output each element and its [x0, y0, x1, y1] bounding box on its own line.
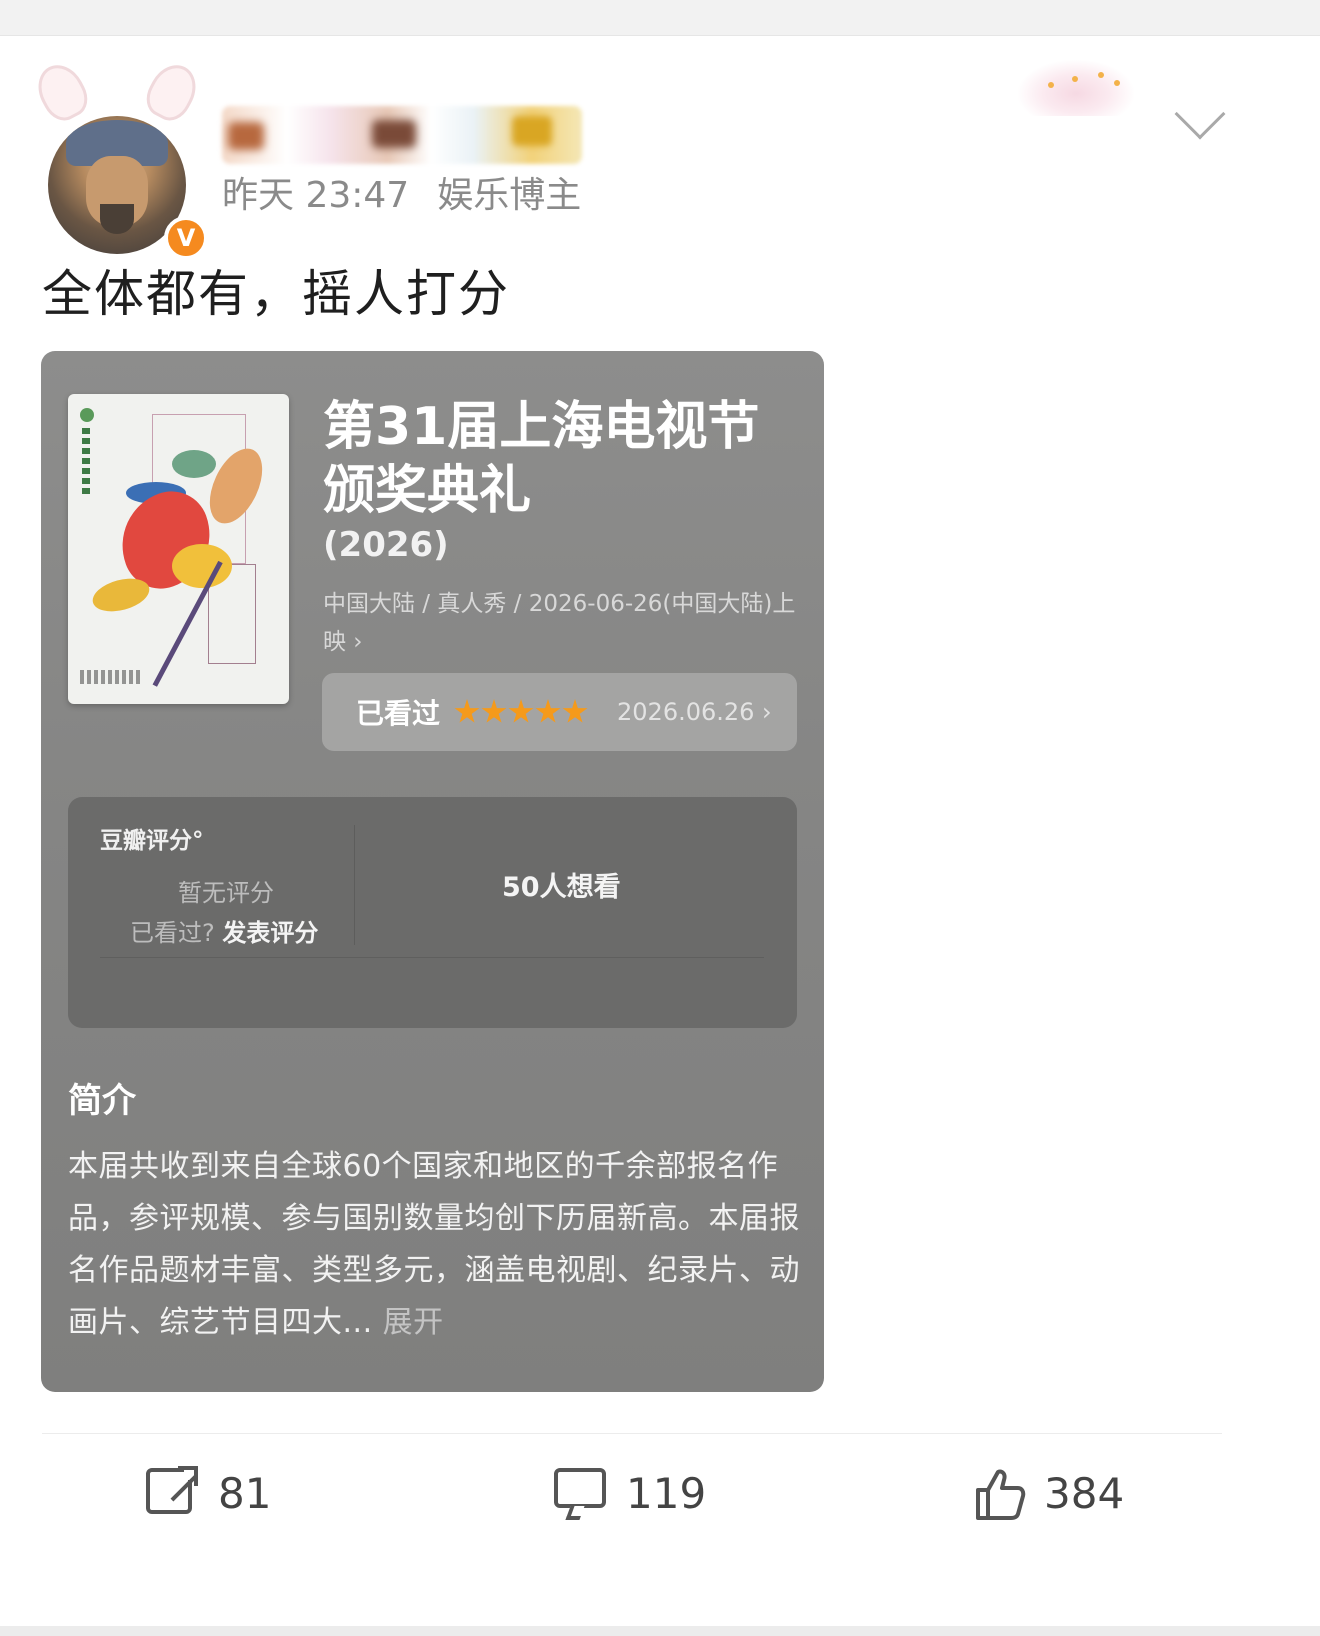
post-text: 全体都有，摇人打分	[42, 265, 510, 323]
star-icon	[454, 699, 480, 723]
star-icon	[535, 699, 561, 723]
rating-none: 暂无评分	[178, 879, 274, 907]
poster-image[interactable]	[68, 394, 289, 704]
watched-stars	[454, 699, 589, 725]
rating-divider	[354, 825, 355, 945]
rating-header: 豆瓣评分°	[100, 828, 204, 854]
rate-prompt-prefix: 已看过?	[130, 919, 215, 947]
bunny-ear-right-icon	[139, 56, 205, 128]
star-icon	[508, 699, 534, 723]
star-icon	[481, 699, 507, 723]
post-meta: 昨天 23:47 娱乐博主	[222, 166, 581, 218]
rate-prompt[interactable]: 已看过? 发表评分	[130, 913, 318, 948]
divider	[42, 1433, 1222, 1434]
card-year: (2026)	[323, 525, 449, 565]
comment-button[interactable]: 119	[554, 1468, 707, 1520]
watched-label: 已看过	[356, 697, 441, 730]
top-strip	[0, 0, 1320, 36]
rating-box: 豆瓣评分° 暂无评分 已看过? 发表评分 50人想看	[68, 797, 797, 1028]
rating-hline	[100, 957, 764, 958]
post-time: 昨天 23:47	[222, 175, 410, 216]
watched-date: 2026.06.26 ›	[617, 698, 772, 726]
star-icon	[562, 699, 588, 723]
share-button[interactable]: 81	[146, 1466, 272, 1518]
weibo-post: V 昨天 23:47 娱乐博主 全体都有，摇人打分 第31届上海电视节颁奖典礼 (…	[0, 36, 1320, 1626]
card-info[interactable]: 中国大陆 / 真人秀 / 2026-06-26(中国大陆)上映 ›	[323, 585, 803, 661]
bunny-ear-left-icon	[29, 56, 95, 128]
watched-button[interactable]: 已看过 2026.06.26 ›	[322, 673, 797, 751]
avatar-area[interactable]: V	[29, 56, 208, 264]
intro-body: 本届共收到来自全球60个国家和地区的千余部报名作品，参评规模、参与国别数量均创下…	[68, 1141, 808, 1349]
comment-icon	[554, 1468, 606, 1520]
decoration-badge-icon	[1018, 60, 1134, 116]
username-redacted[interactable]	[222, 106, 582, 164]
intro-header: 简介	[68, 1081, 136, 1121]
bottom-strip	[0, 1626, 1320, 1636]
like-button[interactable]: 384	[972, 1468, 1125, 1520]
douban-card[interactable]: 第31届上海电视节颁奖典礼 (2026) 中国大陆 / 真人秀 / 2026-0…	[41, 351, 824, 1392]
rate-action[interactable]: 发表评分	[222, 919, 318, 947]
chevron-down-icon[interactable]	[1174, 88, 1226, 140]
comment-count: 119	[626, 1468, 707, 1518]
post-tag: 娱乐博主	[437, 175, 582, 216]
like-count: 384	[1044, 1468, 1125, 1518]
want-count: 50人想看	[502, 872, 621, 903]
thumbs-up-icon	[972, 1468, 1026, 1520]
expand-link[interactable]: 展开	[383, 1305, 444, 1340]
share-count: 81	[218, 1468, 272, 1518]
share-icon	[146, 1466, 198, 1518]
card-title[interactable]: 第31届上海电视节颁奖典礼	[323, 395, 803, 523]
